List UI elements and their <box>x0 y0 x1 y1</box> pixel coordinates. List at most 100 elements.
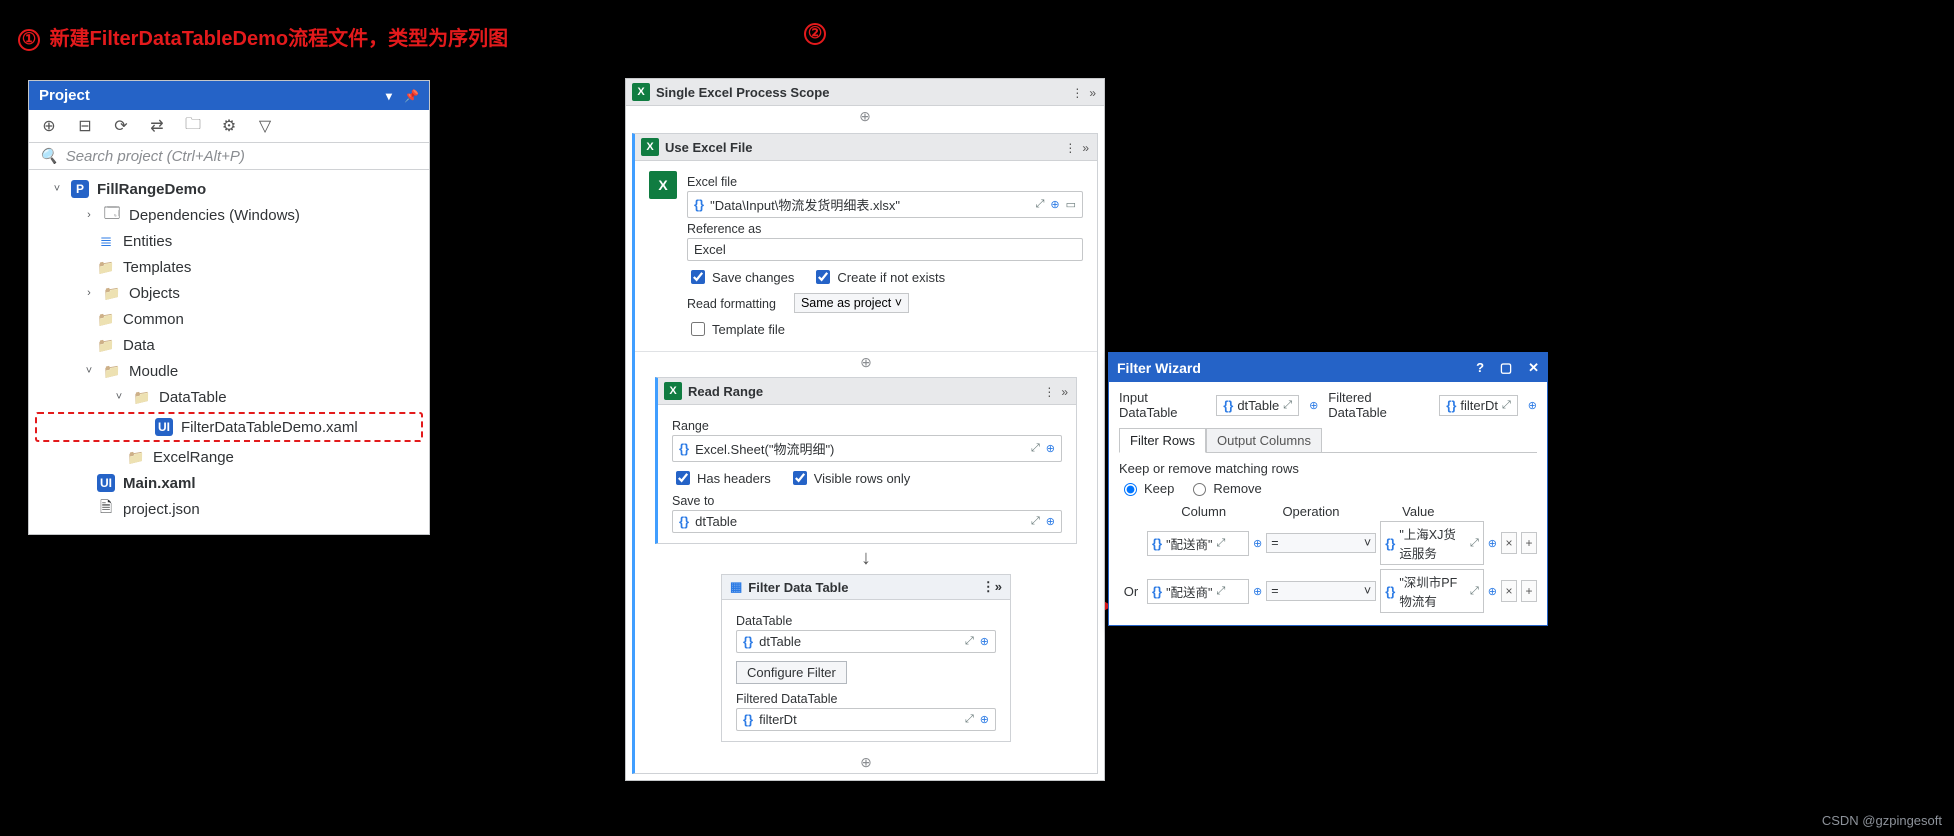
tree-deps[interactable]: ›🗔Dependencies (Windows) <box>29 202 429 228</box>
read-range-header[interactable]: XRead Range ⋮» <box>658 378 1076 405</box>
tab-filter-rows[interactable]: Filter Rows <box>1119 428 1206 453</box>
settings-icon[interactable]: ⚙ <box>219 116 239 136</box>
collapse-icon[interactable]: » <box>1061 385 1068 399</box>
output-dt-field[interactable]: {}filterDt⤢ <box>1439 395 1518 416</box>
cond1-operation-select[interactable]: =˅ <box>1266 533 1376 553</box>
browse-icon[interactable]: ▭ <box>1066 198 1076 211</box>
annotation-2-num: ② <box>804 23 826 45</box>
more-icon[interactable]: ⋮ <box>1064 141 1076 155</box>
reference-as-input[interactable]: Excel <box>687 238 1083 261</box>
help-icon[interactable]: ? <box>1476 360 1484 375</box>
plus-icon: ⊕ <box>980 713 989 726</box>
expand-icon[interactable]: ⤢ <box>1036 198 1045 211</box>
dropdown-icon[interactable]: ▾ <box>386 89 392 103</box>
filter-icon[interactable]: ▽ <box>255 116 275 136</box>
tree-templates[interactable]: Templates <box>29 254 429 280</box>
project-panel-title: Project <box>39 87 90 104</box>
tree-excelrange[interactable]: ExcelRange <box>29 444 429 470</box>
condition-row-1: {}"配送商"⤢ ⊕ =˅ {}"上海XJ货运服务⤢ ⊕ × + <box>1119 521 1537 565</box>
tree-main[interactable]: UIMain.xaml <box>29 470 429 496</box>
cond2-operation-select[interactable]: =˅ <box>1266 581 1376 601</box>
value-header: Value <box>1368 504 1469 519</box>
dt-input[interactable]: {}dtTable⤢⊕ <box>736 630 996 653</box>
project-panel-header: Project ▾ 📌 <box>29 81 429 110</box>
condition-headers: Column Operation Value <box>1119 504 1537 519</box>
tree-datatable[interactable]: ˅DataTable <box>29 384 429 410</box>
or-label[interactable]: Or <box>1119 584 1143 599</box>
range-label: Range <box>672 419 1062 433</box>
flow-arrow-icon: ↓ <box>635 548 1097 568</box>
excel-icon: X <box>632 83 650 101</box>
refresh-icon[interactable]: ⟳ <box>111 116 131 136</box>
column-header: Column <box>1153 504 1254 519</box>
plus-icon[interactable]: ⊕ <box>1488 585 1497 598</box>
tree-data[interactable]: Data <box>29 332 429 358</box>
tree-file-highlighted[interactable]: UIFilterDataTableDemo.xaml <box>35 412 423 442</box>
plus-icon[interactable]: ⊕ <box>1050 198 1059 211</box>
more-icon[interactable]: ⋮ <box>982 579 995 594</box>
scope-header[interactable]: XSingle Excel Process Scope ⋮» <box>626 79 1104 106</box>
add-node-bottom[interactable]: ⊕ <box>635 752 1097 773</box>
plus-icon[interactable]: ⊕ <box>1488 537 1497 550</box>
add-row-icon[interactable]: + <box>1521 532 1537 554</box>
keep-radio[interactable]: Keep <box>1119 480 1174 496</box>
visible-rows-checkbox[interactable]: Visible rows only <box>789 468 911 488</box>
add-node[interactable]: ⊕ <box>635 352 1097 373</box>
plus-icon[interactable]: ⊕ <box>1253 537 1262 550</box>
excel-file-input[interactable]: {}"Data\Input\物流发货明细表.xlsx"⤢⊕▭ <box>687 191 1083 218</box>
sync-icon[interactable]: ⇄ <box>147 116 167 136</box>
open-folder-icon[interactable]: 🗀 <box>183 116 203 136</box>
configure-filter-button[interactable]: Configure Filter <box>736 661 847 684</box>
filtered-dt-input[interactable]: {}filterDt⤢⊕ <box>736 708 996 731</box>
tree-moudle[interactable]: ˅Moudle <box>29 358 429 384</box>
tree-entities[interactable]: ≣Entities <box>29 228 429 254</box>
tab-output-columns[interactable]: Output Columns <box>1206 428 1322 452</box>
tree-objects[interactable]: ›Objects <box>29 280 429 306</box>
save-changes-checkbox[interactable]: Save changes <box>687 267 794 287</box>
cond1-column-input[interactable]: {}"配送商"⤢ <box>1147 531 1249 556</box>
cond2-value-input[interactable]: {}"深圳市PF物流有⤢ <box>1380 569 1484 613</box>
pin-icon[interactable]: 📌 <box>404 89 419 103</box>
plus-icon[interactable]: ⊕ <box>1528 399 1537 412</box>
collapse-icon[interactable]: » <box>1089 86 1096 100</box>
project-panel-actions: ▾ 📌 <box>378 87 419 104</box>
more-icon[interactable]: ⋮ <box>1043 385 1055 399</box>
collapse-icon[interactable]: » <box>995 579 1002 594</box>
plus-icon[interactable]: ⊕ <box>1309 399 1318 412</box>
project-search[interactable]: 🔍 Search project (Ctrl+Alt+P) <box>29 143 429 170</box>
cond2-column-input[interactable]: {}"配送商"⤢ <box>1147 579 1249 604</box>
remove-radio[interactable]: Remove <box>1188 480 1261 496</box>
collapse-all-icon[interactable]: ⊟ <box>75 116 95 136</box>
filter-datatable-activity: ▦Filter Data Table ⋮» DataTable {}dtTabl… <box>721 574 1011 742</box>
add-row-icon[interactable]: + <box>1521 580 1537 602</box>
expand-all-icon[interactable]: ⊕ <box>39 116 59 136</box>
input-dt-field[interactable]: {}dtTable⤢ <box>1216 395 1299 416</box>
has-headers-checkbox[interactable]: Has headers <box>672 468 771 488</box>
folder-icon <box>97 336 115 354</box>
project-icon: P <box>71 180 89 198</box>
close-icon[interactable]: ✕ <box>1528 360 1539 375</box>
read-fmt-select[interactable]: Same as project ˅ <box>794 293 909 313</box>
filter-dt-header[interactable]: ▦Filter Data Table ⋮» <box>722 575 1010 600</box>
table-icon: ▦ <box>730 579 742 595</box>
collapse-icon[interactable]: » <box>1082 141 1089 155</box>
template-file-checkbox[interactable]: Template file <box>687 319 785 339</box>
more-icon[interactable]: ⋮ <box>1071 86 1083 100</box>
filter-wizard-dialog: Filter Wizard ? ▢ ✕ Input DataTable {}dt… <box>1108 352 1548 626</box>
save-to-input[interactable]: {}dtTable⤢⊕ <box>672 510 1062 533</box>
restore-icon[interactable]: ▢ <box>1500 360 1512 375</box>
tree-projectjson[interactable]: 🗎project.json <box>29 496 429 522</box>
remove-row-icon[interactable]: × <box>1501 580 1517 602</box>
chevron-down-icon: ˅ <box>1364 584 1371 598</box>
annotation-2: ② <box>804 22 830 45</box>
tree-root[interactable]: ˅PFillRangeDemo <box>29 176 429 202</box>
cond1-value-input[interactable]: {}"上海XJ货运服务⤢ <box>1380 521 1484 565</box>
tree-common[interactable]: Common <box>29 306 429 332</box>
expand-icon: ⤢ <box>1031 515 1040 528</box>
add-node-top[interactable]: ⊕ <box>626 106 1104 127</box>
create-if-checkbox[interactable]: Create if not exists <box>812 267 945 287</box>
plus-icon[interactable]: ⊕ <box>1253 585 1262 598</box>
range-input[interactable]: {}Excel.Sheet("物流明细")⤢⊕ <box>672 435 1062 462</box>
use-excel-header[interactable]: XUse Excel File ⋮» <box>635 134 1097 161</box>
remove-row-icon[interactable]: × <box>1501 532 1517 554</box>
